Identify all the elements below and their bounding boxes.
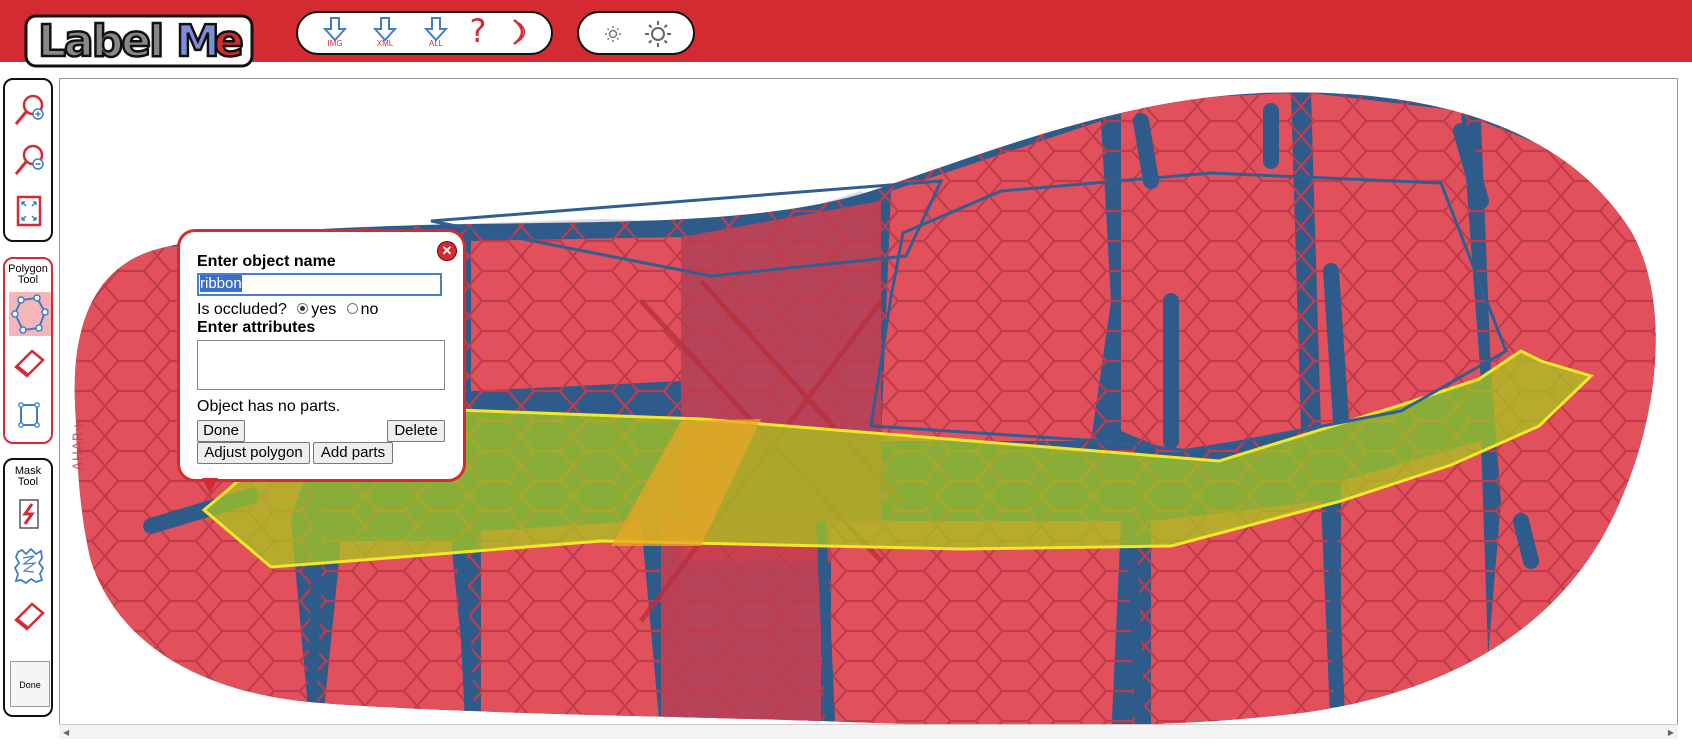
- download-xml-button[interactable]: XML: [368, 16, 402, 54]
- fit-image-button[interactable]: [12, 193, 46, 229]
- brightness-group: [577, 11, 695, 55]
- delete-button[interactable]: Delete: [387, 420, 445, 442]
- scroll-right-icon[interactable]: ▶: [1668, 728, 1674, 737]
- object-name-input[interactable]: ribbon: [197, 273, 442, 296]
- polygon-tool-panel: Polygon Tool: [3, 257, 53, 444]
- scribble-region-button[interactable]: [12, 546, 46, 585]
- zoom-out-button[interactable]: [12, 142, 46, 178]
- adjust-polygon-button[interactable]: Adjust polygon: [197, 442, 310, 464]
- zoom-in-icon: [14, 94, 44, 125]
- download-xml-label: XML: [376, 39, 394, 48]
- polygon-tool-button[interactable]: [9, 292, 51, 336]
- sun-small-icon: [605, 26, 621, 42]
- mask-tool-panel: Mask Tool Done: [3, 458, 53, 717]
- polygon-tool-title: Polygon Tool: [8, 263, 48, 286]
- occluded-label: Is occluded?: [197, 301, 287, 318]
- brush-button[interactable]: [12, 496, 46, 532]
- attributes-textarea[interactable]: [197, 340, 445, 390]
- horizontal-scrollbar[interactable]: ◀ ▶: [59, 724, 1678, 739]
- occluded-yes-radio[interactable]: [297, 302, 309, 314]
- help-button[interactable]: ?: [461, 13, 495, 51]
- top-toolbar: Label M e IMG XML ALL ?: [0, 0, 1692, 68]
- sign-out-button[interactable]: [504, 16, 538, 54]
- occluded-yes-label: yes: [311, 301, 337, 318]
- download-all-button[interactable]: ALL: [419, 16, 453, 54]
- add-parts-button[interactable]: Add parts: [313, 442, 393, 464]
- eraser-icon: [14, 349, 45, 378]
- brightness-down-button[interactable]: [596, 17, 630, 55]
- brush-icon: [19, 499, 39, 529]
- mask-tool-title: Mask Tool: [14, 465, 42, 488]
- scribble-region-icon: [13, 547, 45, 585]
- brightness-up-button[interactable]: [641, 17, 675, 55]
- polygon-icon: [11, 294, 49, 334]
- object-name-label: Enter object name: [197, 253, 336, 270]
- close-icon[interactable]: ✕: [438, 242, 456, 260]
- erase-polygon-button[interactable]: [12, 345, 46, 381]
- svg-text:AHAR+: AHAR+: [71, 420, 87, 471]
- download-image-label: IMG: [327, 39, 343, 48]
- zoom-in-button[interactable]: [12, 92, 46, 128]
- download-image-button[interactable]: IMG: [318, 16, 352, 54]
- attributes-label: Enter attributes: [197, 319, 316, 336]
- object-name-value: ribbon: [200, 275, 242, 292]
- mask-done-button[interactable]: Done: [10, 661, 50, 707]
- occluded-no-radio[interactable]: [346, 302, 358, 314]
- fit-image-icon: [16, 195, 42, 227]
- labelme-logo: Label M e: [24, 14, 254, 68]
- parts-status-text: Object has no parts.: [197, 398, 341, 415]
- bounding-box-icon: [18, 402, 40, 428]
- svg-text:Label: Label: [38, 16, 162, 67]
- bounding-box-button[interactable]: [12, 397, 46, 433]
- object-annotation-popup: ✕ Enter object name ribbon Is occluded? …: [177, 229, 466, 494]
- popup-pointer: [202, 478, 218, 494]
- download-help-group: IMG XML ALL ?: [296, 11, 553, 55]
- view-tools-panel: [3, 78, 53, 242]
- eraser-icon: [14, 602, 45, 631]
- occluded-row: Is occluded? yes no: [197, 301, 378, 319]
- question-mark-icon: ?: [469, 12, 487, 50]
- moon-icon: [513, 19, 526, 45]
- svg-text:e: e: [214, 16, 244, 67]
- scroll-left-icon[interactable]: ◀: [63, 728, 69, 737]
- zoom-out-icon: [14, 144, 44, 175]
- erase-mask-button[interactable]: [12, 598, 46, 634]
- done-button[interactable]: Done: [197, 420, 245, 442]
- sun-large-icon: [645, 21, 671, 47]
- download-all-label: ALL: [428, 39, 444, 48]
- occluded-no-label: no: [360, 301, 379, 318]
